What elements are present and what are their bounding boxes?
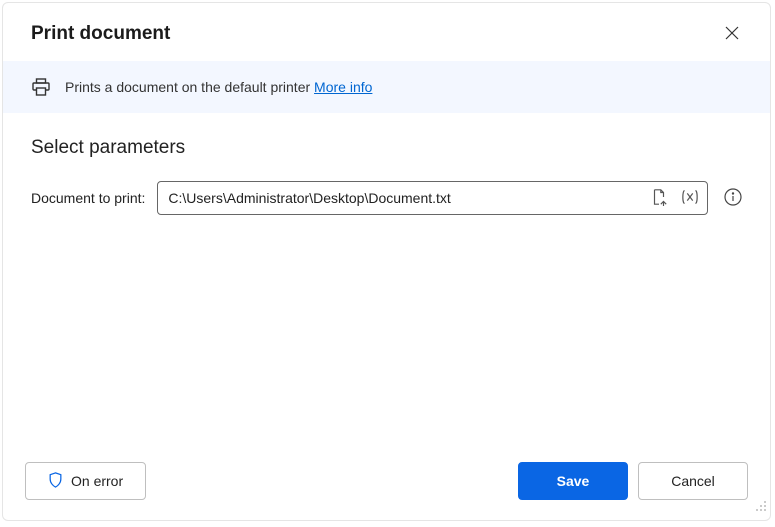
section-title: Select parameters	[31, 137, 742, 159]
dialog-title: Print document	[31, 23, 170, 45]
select-file-button[interactable]	[648, 186, 670, 211]
info-banner: Prints a document on the default printer…	[3, 61, 770, 113]
document-path-input[interactable]	[157, 181, 708, 215]
input-icon-group	[648, 186, 702, 211]
input-wrapper	[157, 181, 708, 215]
cancel-button[interactable]: Cancel	[638, 462, 748, 500]
resize-grip-icon[interactable]	[755, 499, 767, 517]
dialog-header: Print document	[3, 3, 770, 61]
param-label-document: Document to print:	[31, 190, 145, 206]
save-button[interactable]: Save	[518, 462, 628, 500]
banner-text-wrapper: Prints a document on the default printer…	[65, 79, 372, 95]
printer-icon	[31, 77, 51, 97]
print-document-dialog: Print document Prints a document on the …	[2, 2, 771, 521]
dialog-content: Select parameters Document to print:	[3, 113, 770, 448]
more-info-link[interactable]: More info	[314, 79, 372, 95]
param-info-button[interactable]	[724, 188, 742, 209]
dialog-footer: On error Save Cancel	[3, 448, 770, 520]
close-icon	[725, 26, 739, 43]
param-row-document: Document to print:	[31, 181, 742, 215]
variable-picker-button[interactable]	[678, 187, 702, 210]
on-error-label: On error	[71, 473, 123, 489]
info-icon	[724, 188, 742, 209]
cancel-label: Cancel	[671, 473, 715, 489]
close-button[interactable]	[722, 24, 742, 44]
on-error-button[interactable]: On error	[25, 462, 146, 500]
shield-icon	[48, 472, 63, 491]
file-arrow-icon	[650, 188, 668, 209]
save-label: Save	[557, 473, 590, 489]
variable-icon	[680, 189, 700, 208]
banner-text: Prints a document on the default printer	[65, 79, 314, 95]
